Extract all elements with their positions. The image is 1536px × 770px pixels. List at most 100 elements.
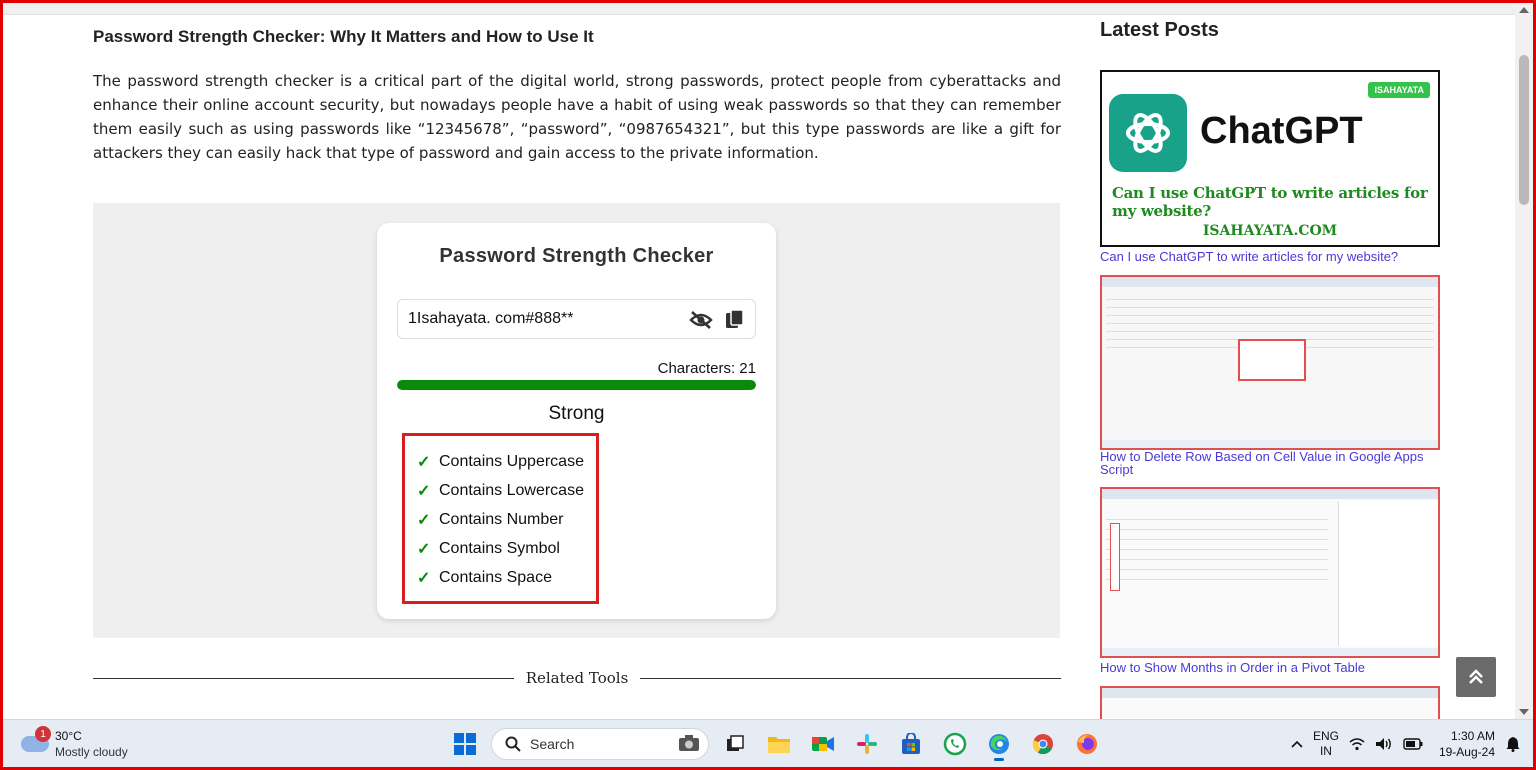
page-scrollbar[interactable] bbox=[1515, 3, 1533, 719]
strength-value: Strong bbox=[548, 403, 605, 424]
password-checker-card: Password Strength Checker 1Isahayata. co… bbox=[377, 223, 776, 619]
password-value: 1Isahayata. com#888** bbox=[408, 310, 574, 327]
checkmark-icon: ✓ bbox=[417, 511, 431, 529]
checkmark-icon: ✓ bbox=[417, 453, 431, 471]
taskbar: 1 30°C Mostly cloudy Search ENG IN 1:30 … bbox=[3, 719, 1533, 767]
mini-dialog bbox=[1238, 339, 1306, 381]
store-icon[interactable] bbox=[893, 726, 929, 762]
mini-taskbar bbox=[1102, 648, 1438, 656]
article-paragraph: The password strength checker is a criti… bbox=[93, 72, 1061, 162]
browser-viewport: Password Strength Checker: Why It Matter… bbox=[3, 3, 1533, 719]
mini-row bbox=[1106, 299, 1434, 300]
volume-icon[interactable] bbox=[1375, 737, 1393, 751]
criteria-item: ✓ Contains Number bbox=[417, 505, 596, 534]
post-thumbnail-sheets[interactable] bbox=[1100, 275, 1440, 450]
criteria-item: ✓ Contains Uppercase bbox=[417, 447, 596, 476]
mini-row bbox=[1106, 315, 1434, 316]
scroll-up-arrow-icon[interactable] bbox=[1519, 7, 1529, 13]
mini-toolbar bbox=[1102, 489, 1438, 499]
post-link-3[interactable]: How to Show Months in Order in a Pivot T… bbox=[1100, 661, 1440, 674]
post-link-2[interactable]: How to Delete Row Based on Cell Value in… bbox=[1100, 450, 1440, 476]
weather-temperature: 30°C bbox=[55, 729, 82, 743]
mini-highlight bbox=[1110, 523, 1120, 591]
mini-row bbox=[1106, 519, 1328, 520]
file-explorer-icon[interactable] bbox=[761, 726, 797, 762]
mini-row bbox=[1106, 579, 1328, 580]
tool-area: Password Strength Checker 1Isahayata. co… bbox=[93, 203, 1060, 638]
criteria-list: ✓ Contains Uppercase ✓ Contains Lowercase ✓ C… bbox=[402, 433, 599, 604]
clock-date: 19-Aug-24 bbox=[1438, 745, 1495, 759]
mini-side-panel bbox=[1338, 501, 1438, 646]
post-thumbnail-chatgpt[interactable]: ISAHAYATA ChatGPT Can I use ChatGPT to w… bbox=[1100, 70, 1440, 247]
mini-row bbox=[1106, 331, 1434, 332]
chatgpt-logo-icon bbox=[1109, 94, 1187, 172]
mini-row bbox=[1106, 549, 1328, 550]
scroll-to-top-button[interactable] bbox=[1456, 657, 1496, 697]
lang-line-2: IN bbox=[1319, 744, 1332, 758]
language-indicator[interactable]: ENG IN bbox=[1313, 729, 1339, 759]
meet-icon[interactable] bbox=[805, 726, 841, 762]
edge-icon[interactable] bbox=[981, 726, 1017, 762]
criteria-item: ✓ Contains Space bbox=[417, 563, 596, 592]
article: Password Strength Checker: Why It Matter… bbox=[93, 27, 1061, 165]
battery-icon[interactable] bbox=[1403, 738, 1423, 750]
notification-badge: 1 bbox=[35, 726, 51, 742]
chevron-up-icon[interactable] bbox=[1291, 740, 1303, 748]
slack-icon[interactable] bbox=[849, 726, 885, 762]
sidebar: Latest Posts ISAHAYATA ChatGPT Can I use… bbox=[1100, 3, 1440, 719]
clock-time: 1:30 AM bbox=[1450, 729, 1495, 743]
thumbnail-brand: ChatGPT bbox=[1200, 110, 1363, 152]
checkmark-icon: ✓ bbox=[417, 482, 431, 500]
latest-posts-title: Latest Posts bbox=[1100, 19, 1219, 41]
related-tools-label: Related Tools bbox=[525, 669, 629, 687]
checkmark-icon: ✓ bbox=[417, 569, 431, 587]
criteria-label: Contains Uppercase bbox=[439, 452, 584, 470]
copy-icon[interactable] bbox=[723, 308, 747, 332]
firefox-icon[interactable] bbox=[1069, 726, 1105, 762]
clock[interactable]: 1:30 AM 19-Aug-24 bbox=[1439, 728, 1495, 760]
camera-icon bbox=[678, 734, 700, 755]
post-thumbnail-pivot[interactable] bbox=[1100, 487, 1440, 658]
system-tray: ENG IN 1:30 AM 19-Aug-24 bbox=[1291, 726, 1521, 762]
search-label: Search bbox=[530, 736, 575, 752]
weather-widget[interactable]: 1 30°C Mostly cloudy bbox=[21, 726, 151, 762]
related-tools-divider: Related Tools bbox=[93, 667, 1061, 689]
site-tag: ISAHAYATA bbox=[1368, 82, 1430, 98]
scrollbar-thumb[interactable] bbox=[1519, 55, 1529, 205]
mini-toolbar bbox=[1102, 688, 1438, 698]
mini-taskbar bbox=[1102, 440, 1438, 448]
weather-condition: Mostly cloudy bbox=[55, 745, 128, 759]
criteria-item: ✓ Contains Lowercase bbox=[417, 476, 596, 505]
taskbar-search[interactable]: Search bbox=[491, 728, 709, 760]
criteria-label: Contains Symbol bbox=[439, 539, 560, 557]
divider-line-right bbox=[640, 677, 1061, 679]
criteria-label: Contains Lowercase bbox=[439, 481, 584, 499]
criteria-item: ✓ Contains Symbol bbox=[417, 534, 596, 563]
whatsapp-icon[interactable] bbox=[937, 726, 973, 762]
mini-toolbar bbox=[1102, 277, 1438, 287]
criteria-label: Contains Space bbox=[439, 568, 552, 586]
chrome-icon[interactable] bbox=[1025, 726, 1061, 762]
wifi-icon[interactable] bbox=[1349, 737, 1365, 751]
password-input[interactable]: 1Isahayata. com#888** bbox=[397, 299, 756, 339]
character-count: Characters: 21 bbox=[657, 360, 756, 377]
scroll-down-arrow-icon[interactable] bbox=[1519, 709, 1529, 715]
search-icon bbox=[504, 735, 522, 753]
post-link-1[interactable]: Can I use ChatGPT to write articles for … bbox=[1100, 250, 1440, 263]
article-heading: Password Strength Checker: Why It Matter… bbox=[93, 27, 594, 46]
strength-bar-fill bbox=[397, 380, 756, 390]
thumbnail-site: ISAHAYATA.COM bbox=[1202, 223, 1338, 239]
notification-bell-icon[interactable] bbox=[1505, 736, 1521, 752]
post-thumbnail-apps-script[interactable] bbox=[1100, 686, 1440, 719]
checker-title: Password Strength Checker bbox=[439, 245, 714, 267]
mini-row bbox=[1106, 569, 1328, 570]
mini-row bbox=[1106, 529, 1328, 530]
task-view-icon[interactable] bbox=[717, 726, 753, 762]
eye-slash-icon[interactable] bbox=[689, 308, 713, 332]
thumbnail-question: Can I use ChatGPT to write articles for … bbox=[1112, 184, 1428, 220]
lang-line-1: ENG bbox=[1312, 729, 1339, 743]
criteria-label: Contains Number bbox=[439, 510, 564, 528]
mini-row bbox=[1106, 539, 1328, 540]
start-icon[interactable] bbox=[447, 726, 483, 762]
mini-row bbox=[1106, 307, 1434, 308]
